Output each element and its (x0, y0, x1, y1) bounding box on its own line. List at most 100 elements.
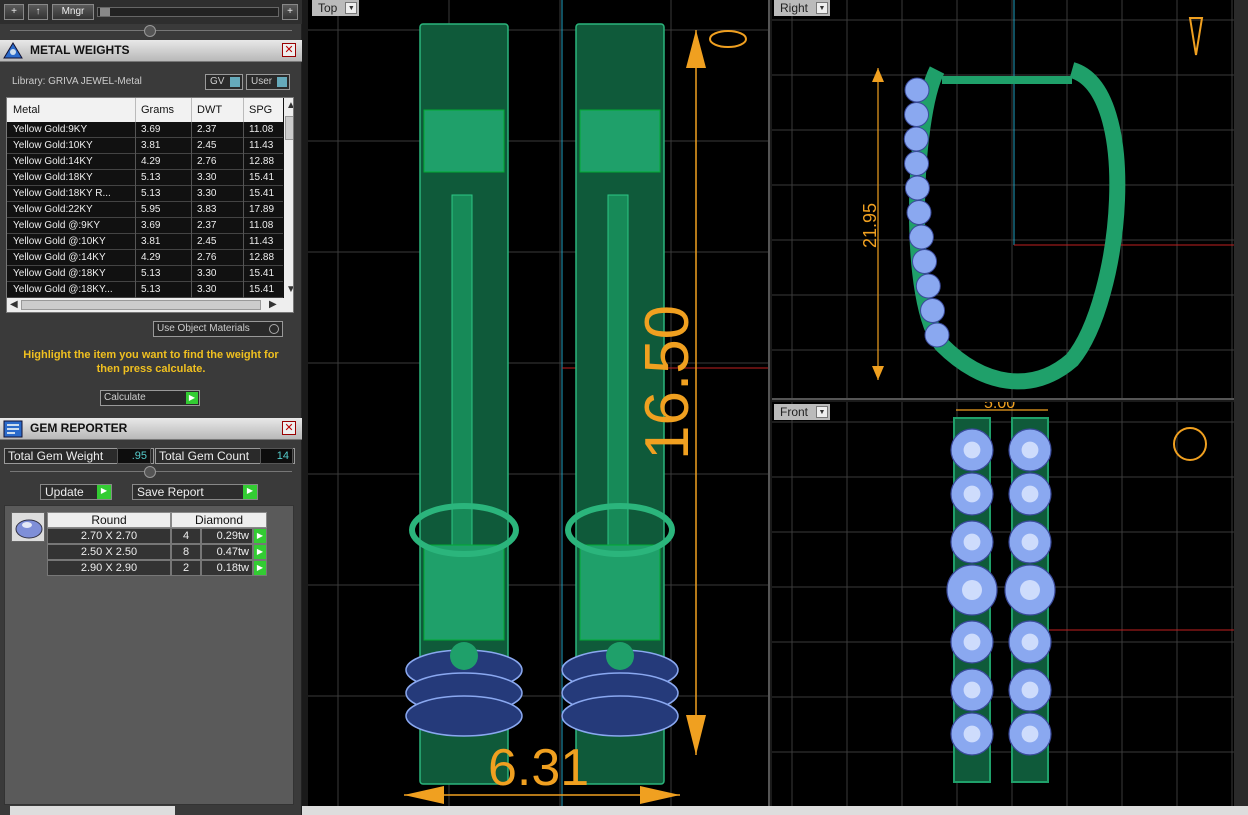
total-gem-count-label: Total Gem Count (159, 449, 250, 463)
table-row[interactable]: Yellow Gold:18KY R... 5.13 3.30 15.41 (7, 186, 283, 202)
zoom-slider[interactable] (97, 7, 279, 17)
hint-text: Highlight the item you want to find the … (23, 349, 279, 375)
gem-table-cell: 8 (171, 544, 201, 560)
dimension-top-text: 5.00 (984, 402, 1015, 412)
table-cell: 17.89 (249, 204, 275, 215)
table-cell: 3.30 (197, 188, 217, 199)
total-gem-weight-label: Total Gem Weight (8, 449, 104, 463)
table-cell: 15.41 (249, 172, 275, 183)
col-metal[interactable]: Metal (13, 104, 40, 116)
table-row[interactable]: Yellow Gold @:18KY... 5.13 3.30 15.41 (7, 282, 283, 298)
play-icon[interactable]: ▶ (243, 485, 257, 499)
table-cell: 3.30 (197, 268, 217, 279)
gem-reporter-icon (3, 420, 23, 438)
col-dwt[interactable]: DWT (197, 104, 222, 116)
calculate-button[interactable]: Calculate ▶ (100, 390, 200, 406)
gem-side (904, 175, 930, 201)
right-view-label[interactable]: Right ▼ (774, 0, 831, 16)
calculate-label: Calculate (104, 392, 146, 403)
right-view-canvas[interactable]: 21.95 (772, 0, 1234, 400)
top-viewport[interactable]: 6.31 16.50 Top ▼ (308, 0, 770, 806)
front-viewport[interactable]: 5.00 Front ▼ (772, 402, 1234, 806)
col-grams[interactable]: Grams (141, 104, 174, 116)
arrow-up-icon (686, 30, 706, 68)
table-cell: Yellow Gold:10KY (13, 140, 93, 151)
earring-post (607, 194, 629, 556)
table-cell: 4.29 (141, 156, 161, 167)
table-row[interactable]: Yellow Gold:18KY 5.13 3.30 15.41 (7, 170, 283, 186)
table-row[interactable]: Yellow Gold:10KY 3.81 2.45 11.43 (7, 138, 283, 154)
table-cell: Yellow Gold @:10KY (13, 236, 106, 247)
play-icon[interactable]: ▶ (97, 485, 111, 499)
gem-highlight (1021, 681, 1039, 699)
select-gem-button[interactable]: ▶ (253, 560, 267, 576)
table-cell: 3.83 (197, 204, 217, 215)
table-cell: 2.45 (197, 140, 217, 151)
use-object-materials-option[interactable]: Use Object Materials (153, 321, 283, 337)
hinge-bar (942, 76, 1072, 84)
close-icon[interactable]: ✕ (282, 421, 296, 435)
gem-highlight (1021, 441, 1039, 459)
close-icon[interactable]: ✕ (282, 43, 296, 57)
table-cell: Yellow Gold:18KY R... (13, 188, 111, 199)
gem-highlight (963, 533, 981, 551)
dropdown-icon[interactable]: ▼ (345, 2, 358, 14)
manager-button[interactable]: Mngr (52, 4, 94, 20)
user-toggle[interactable]: User (246, 74, 290, 90)
gem-highlight (1021, 485, 1039, 503)
table-cell: 11.08 (249, 220, 274, 231)
select-gem-button[interactable]: ▶ (253, 528, 267, 544)
panel-splitter[interactable] (0, 25, 302, 37)
table-cell: 3.69 (141, 220, 161, 231)
horizontal-scrollbar[interactable]: ◀ ▶ (7, 298, 293, 312)
table-row[interactable]: Yellow Gold @:18KY 5.13 3.30 15.41 (7, 266, 283, 282)
dropdown-icon[interactable]: ▼ (816, 2, 829, 14)
table-cell: Yellow Gold @:9KY (13, 220, 101, 231)
gem-col-diamond: Diamond (171, 512, 267, 528)
table-row[interactable]: Yellow Gold:14KY 4.29 2.76 12.88 (7, 154, 283, 170)
metal-table: Metal Grams DWT SPG Yellow Gold:9KY 3.69 2… (6, 97, 294, 313)
front-view-label[interactable]: Front ▼ (774, 404, 831, 420)
gem-highlight (963, 681, 981, 699)
save-report-button[interactable]: Save Report ▶ (132, 484, 258, 500)
select-gem-button[interactable]: ▶ (253, 544, 267, 560)
table-cell: Yellow Gold:14KY (13, 156, 93, 167)
up-button[interactable]: ↑ (28, 4, 48, 20)
bottom-status-field (10, 806, 175, 815)
table-row[interactable]: Yellow Gold @:10KY 3.81 2.45 11.43 (7, 234, 283, 250)
vertical-scrollbar[interactable]: ▲ ▼ (284, 98, 293, 298)
table-row[interactable]: Yellow Gold:22KY 5.95 3.83 17.89 (7, 202, 283, 218)
radio-icon[interactable] (269, 324, 279, 334)
table-cell: Yellow Gold @:14KY (13, 252, 106, 263)
table-cell: 2.37 (197, 220, 217, 231)
table-row[interactable]: Yellow Gold @:14KY 4.29 2.76 12.88 (7, 250, 283, 266)
table-cell: 5.13 (141, 284, 161, 295)
table-cell: 11.43 (249, 140, 274, 151)
update-button[interactable]: Update ▶ (40, 484, 112, 500)
gv-toggle[interactable]: GV (205, 74, 243, 90)
dropdown-icon[interactable]: ▼ (816, 406, 829, 418)
front-view-canvas[interactable]: 5.00 (772, 402, 1234, 806)
gem-reporter-title: GEM REPORTER (30, 421, 128, 435)
left-panel: + ↑ Mngr + METAL WEIGHTS ✕ Library: GRIV… (0, 0, 302, 815)
right-viewport[interactable]: 21.95 Right ▼ (772, 0, 1234, 400)
play-icon[interactable]: ▶ (186, 392, 198, 404)
front-view-label-text: Front (780, 405, 809, 419)
slider-knob[interactable] (100, 8, 110, 16)
panel-splitter[interactable] (0, 466, 302, 478)
top-view-canvas[interactable]: 6.31 16.50 (308, 0, 770, 806)
add-button[interactable]: + (4, 4, 24, 20)
table-cell: 12.88 (249, 252, 275, 263)
top-view-label[interactable]: Top ▼ (312, 0, 360, 16)
table-cell: 15.41 (249, 268, 275, 279)
add-panel-button[interactable]: + (282, 4, 298, 20)
gem-side (904, 102, 930, 127)
gem-table-cell: 2.70 X 2.70 (47, 528, 171, 544)
table-row[interactable]: Yellow Gold:9KY 3.69 2.37 11.08 (7, 122, 283, 138)
update-label: Update (45, 485, 84, 499)
total-gem-count-value: 14 (260, 448, 293, 464)
save-report-label: Save Report (137, 485, 204, 499)
col-spg[interactable]: SPG (249, 104, 272, 116)
table-cell: 5.13 (141, 188, 161, 199)
table-row[interactable]: Yellow Gold @:9KY 3.69 2.37 11.08 (7, 218, 283, 234)
